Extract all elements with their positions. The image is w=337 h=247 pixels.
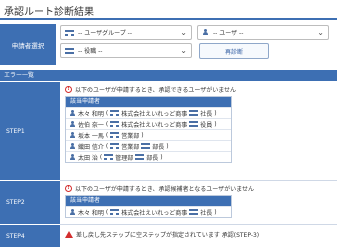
- step1-label: STEP1: [0, 82, 60, 180]
- table-header: 該当申請者: [66, 196, 231, 206]
- person-icon: [202, 29, 209, 36]
- title-divider: [0, 18, 337, 20]
- error-icon: !: [65, 185, 72, 192]
- step4-label: STEP4: [0, 225, 60, 247]
- applicant-org: 営業部: [121, 132, 140, 140]
- chevron-down-icon: ⌄: [317, 28, 324, 37]
- rediagnose-button[interactable]: 再診断: [199, 43, 269, 59]
- step4-message-text: 差し戻し先ステップに空ステップが指定されています 承認(STEP-3): [76, 232, 260, 239]
- row-divider: [60, 224, 337, 225]
- org-icon: [110, 209, 120, 215]
- applicant-post: 役員: [200, 121, 213, 129]
- post-icon: [189, 121, 199, 127]
- error-list-header: エラー一覧: [0, 70, 337, 81]
- user-group-dropdown[interactable]: -- ユーザグループ -- ⌄: [60, 25, 192, 40]
- table-header: 該当申請者: [66, 97, 231, 107]
- applicant-name: 木々 和明: [78, 209, 104, 217]
- applicant-select-label: 申請者選択: [0, 24, 56, 65]
- post-dropdown[interactable]: -- 役職 -- ⌄: [60, 43, 192, 58]
- applicant-name: 坂本 一馬: [78, 132, 104, 140]
- warning-icon: [65, 231, 73, 238]
- chevron-down-icon: ⌄: [180, 28, 187, 37]
- user-value: -- ユーザ --: [213, 30, 244, 37]
- table-row: 佐伯 奈一 ( 株式会社えいれっど商事 役員 ): [66, 118, 231, 129]
- table-row: 織田 信介 ( 営業部 部長 ): [66, 140, 231, 151]
- table-row: 木々 和明 ( 株式会社えいれっど商事 社長 ): [66, 206, 231, 217]
- applicant-name: 織田 信介: [78, 143, 104, 151]
- applicant-post: 部長: [146, 154, 159, 162]
- step1-message-text: 以下のユーザが申請するとき、承認できるユーザがいません: [75, 87, 237, 94]
- row-divider: [60, 180, 337, 181]
- applicant-name: 木々 和明: [78, 110, 104, 118]
- error-icon: !: [65, 86, 72, 93]
- step2-label: STEP2: [0, 181, 60, 224]
- step2-applicant-table: 該当申請者 木々 和明 ( 株式会社えいれっど商事 社長 ): [65, 195, 232, 218]
- org-icon: [110, 143, 120, 149]
- applicant-post: 社長: [200, 110, 213, 118]
- table-row: 太田 治 ( 管理部 部長 ): [66, 151, 231, 162]
- person-icon: [69, 109, 76, 117]
- post-icon: [135, 154, 145, 160]
- step1-applicant-table: 該当申請者 木々 和明 ( 株式会社えいれっど商事 社長 ) 佐伯 奈一 ( 株…: [65, 96, 232, 163]
- post-icon: [189, 209, 199, 215]
- person-icon: [69, 153, 76, 161]
- user-dropdown[interactable]: -- ユーザ -- ⌄: [197, 25, 329, 40]
- step2-message: ! 以下のユーザが申請するとき、承認候補者となるユーザがいません: [65, 184, 254, 193]
- post-icon: [189, 110, 199, 116]
- chevron-down-icon: ⌄: [180, 46, 187, 55]
- applicant-org: 営業部: [121, 143, 140, 151]
- org-icon: [110, 121, 120, 127]
- table-row: 坂本 一馬 ( 営業部 ): [66, 129, 231, 140]
- user-group-value: -- ユーザグループ --: [78, 30, 132, 37]
- applicant-org: 株式会社えいれっど商事: [121, 209, 188, 217]
- applicant-org: 株式会社えいれっど商事: [121, 121, 188, 129]
- applicant-post: 社長: [200, 209, 213, 217]
- table-row: 木々 和明 ( 株式会社えいれっど商事 社長 ): [66, 107, 231, 118]
- step1-message: ! 以下のユーザが申請するとき、承認できるユーザがいません: [65, 85, 236, 94]
- applicant-name: 太田 治: [78, 154, 98, 162]
- post-icon: [141, 143, 151, 149]
- applicant-post: 部長: [152, 143, 165, 151]
- step2-message-text: 以下のユーザが申請するとき、承認候補者となるユーザがいません: [75, 186, 254, 193]
- org-icon: [104, 154, 114, 160]
- post-icon: [65, 47, 74, 54]
- page-title: 承認ルート診断結果: [4, 7, 94, 18]
- applicant-name: 佐伯 奈一: [78, 121, 104, 129]
- applicant-org: 株式会社えいれっど商事: [121, 110, 188, 118]
- person-icon: [69, 142, 76, 150]
- step4-message: 差し戻し先ステップに空ステップが指定されています 承認(STEP-3): [65, 230, 259, 239]
- applicant-org: 管理部: [115, 154, 134, 162]
- org-icon: [110, 110, 120, 116]
- person-icon: [69, 120, 76, 128]
- post-value: -- 役職 --: [78, 48, 103, 55]
- person-icon: [69, 208, 76, 216]
- org-icon: [110, 132, 120, 138]
- person-icon: [69, 131, 76, 139]
- org-icon: [65, 29, 74, 36]
